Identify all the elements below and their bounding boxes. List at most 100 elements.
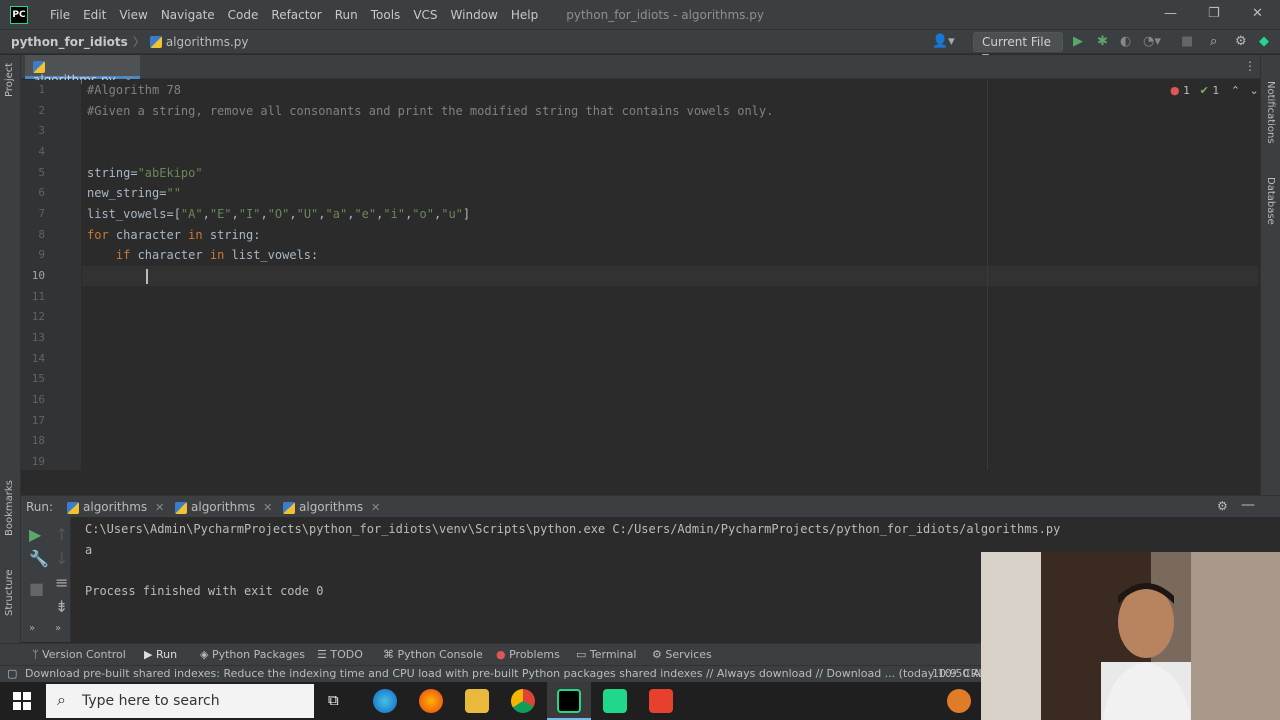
line-number: 4	[38, 145, 45, 158]
jetbrains-icon[interactable]: ◆	[1259, 34, 1269, 49]
python-file-icon	[67, 501, 79, 514]
close-icon[interactable]: ✕	[1252, 6, 1263, 21]
project-tool-button[interactable]: Project	[4, 63, 15, 97]
weather-icon[interactable]	[947, 689, 971, 713]
pin-tab-icon[interactable]: ⇟	[55, 597, 68, 616]
layout-icon[interactable]: ▢	[7, 667, 17, 680]
coverage-icon[interactable]: ◐	[1120, 34, 1131, 49]
chrome-icon[interactable]	[511, 689, 535, 713]
close-tab-icon[interactable]: ✕	[263, 501, 272, 514]
search-icon: ⌕	[57, 690, 66, 709]
search-placeholder: Type here to search	[82, 693, 220, 709]
line-number: 1	[38, 83, 45, 96]
stop-icon[interactable]: ■	[29, 579, 44, 598]
presenter-photo	[981, 552, 1280, 720]
breadcrumb-project[interactable]: python_for_idiots	[11, 35, 128, 49]
tool-services[interactable]: ⚙ Services	[652, 648, 712, 661]
more-actions-icon[interactable]: »	[29, 623, 35, 634]
menu-vcs[interactable]: VCS	[413, 8, 437, 22]
structure-tool-button[interactable]: Structure	[4, 569, 15, 616]
task-view-icon[interactable]: ⧉	[328, 691, 339, 709]
python-file-icon	[149, 36, 162, 48]
editor-tab-algorithms[interactable]: algorithms.py✕	[25, 55, 140, 87]
debug-icon[interactable]: ✱	[1097, 34, 1108, 49]
console-command: C:\Users\Admin\PycharmProjects\python_fo…	[85, 522, 1061, 536]
tool-todo[interactable]: ☰ TODO	[317, 648, 363, 661]
tool-problems[interactable]: ● Problems	[496, 648, 560, 661]
text-caret	[146, 269, 148, 284]
app-red-icon[interactable]	[649, 689, 673, 713]
python-console-icon: ⌘	[383, 648, 398, 661]
terminal-icon: ▭	[576, 648, 590, 661]
settings-gear-icon[interactable]: ⚙	[1217, 499, 1228, 513]
caret-position[interactable]: 10:9	[932, 667, 957, 680]
chevron-up-icon[interactable]: ⌃	[1231, 84, 1240, 97]
code-line-9: if character in list_vowels:	[115, 248, 319, 262]
tool-python-packages[interactable]: ◈ Python Packages	[200, 648, 305, 661]
line-number-gutter: 1 2 3 4 5 6 7 8 9 10 11 12 13 14 15 16 1…	[21, 80, 81, 470]
profile-icon[interactable]: ◔▾	[1143, 34, 1161, 49]
right-tool-strip: Notifications Database	[1260, 55, 1280, 495]
firefox-icon[interactable]	[419, 689, 443, 713]
hide-panel-icon[interactable]: —	[1241, 497, 1255, 513]
clion-green-icon[interactable]	[603, 689, 627, 713]
menu-help[interactable]: Help	[511, 8, 538, 22]
menu-code[interactable]: Code	[228, 8, 259, 22]
stop-icon[interactable]: ■	[1181, 34, 1193, 49]
notifications-tool-button[interactable]: Notifications	[1265, 81, 1276, 144]
line-number: 13	[31, 331, 45, 344]
file-explorer-icon[interactable]	[465, 689, 489, 713]
search-icon[interactable]: ⌕	[1210, 34, 1217, 49]
more-icon[interactable]: ⋮	[1244, 59, 1256, 73]
run-panel-header: Run: algorithms ✕ algorithms ✕ algorithms ✕…	[21, 495, 1280, 520]
line-number: 3	[38, 124, 45, 137]
status-message[interactable]: Download pre-built shared indexes: Reduc…	[25, 667, 994, 680]
menu-file[interactable]: File	[50, 8, 70, 22]
tool-services-label: Services	[665, 648, 712, 661]
settings-gear-icon[interactable]: ⚙	[1235, 34, 1247, 49]
scroll-up-icon[interactable]: ↑	[55, 525, 68, 544]
pycharm-icon[interactable]	[557, 689, 581, 713]
menu-edit[interactable]: Edit	[83, 8, 106, 22]
tool-version-control[interactable]: ᛘ Version Control	[32, 648, 126, 661]
run-configuration-select[interactable]: Current File ▼	[973, 32, 1063, 63]
line-number: 18	[31, 434, 45, 447]
tool-run[interactable]: ▶ Run	[144, 648, 177, 661]
scroll-down-icon[interactable]: ↓	[55, 549, 68, 568]
minimize-icon[interactable]: —	[1164, 6, 1177, 21]
menu-navigate[interactable]: Navigate	[161, 8, 215, 22]
menu-tools[interactable]: Tools	[371, 8, 401, 22]
code-editor[interactable]: #Algorithm 78 #Given a string, remove al…	[82, 80, 1258, 470]
menu-window[interactable]: Window	[451, 8, 498, 22]
more-actions-icon[interactable]: »	[55, 623, 61, 634]
restore-icon[interactable]: ❐	[1208, 6, 1220, 21]
tool-python-console[interactable]: ⌘ Python Console	[383, 648, 483, 661]
run-tab-label: algorithms	[191, 500, 256, 514]
breadcrumb-file[interactable]: algorithms.py	[149, 35, 249, 49]
line-number: 14	[31, 352, 45, 365]
inspection-widget[interactable]: ● 1 ✔ 1 ⌃ ⌄	[1170, 84, 1259, 97]
editor-tab-bar: algorithms.py✕ ⋮	[21, 55, 1260, 87]
tool-terminal[interactable]: ▭ Terminal	[576, 648, 636, 661]
menu-refactor[interactable]: Refactor	[271, 8, 321, 22]
run-tab-1[interactable]: algorithms ✕	[67, 500, 164, 514]
menu-view[interactable]: View	[119, 8, 147, 22]
close-tab-icon[interactable]: ✕	[371, 501, 380, 514]
tool-problems-label: Problems	[509, 648, 560, 661]
close-tab-icon[interactable]: ✕	[155, 501, 164, 514]
edge-icon[interactable]	[373, 689, 397, 713]
run-tab-2[interactable]: algorithms ✕	[175, 500, 272, 514]
rerun-icon[interactable]: ▶	[29, 525, 41, 544]
chevron-down-icon[interactable]: ⌄	[1250, 84, 1259, 97]
wrench-icon[interactable]: 🔧	[29, 549, 49, 568]
run-icon[interactable]: ▶	[1073, 34, 1083, 49]
line-number: 5	[38, 166, 45, 179]
taskbar-search[interactable]: ⌕ Type here to search	[46, 684, 314, 718]
user-icon[interactable]: 👤▾	[932, 34, 955, 49]
windows-start-icon[interactable]	[13, 692, 31, 710]
menu-run[interactable]: Run	[335, 8, 358, 22]
bookmarks-tool-button[interactable]: Bookmarks	[4, 480, 15, 536]
database-tool-button[interactable]: Database	[1265, 177, 1276, 225]
soft-wrap-icon[interactable]: ≡	[55, 573, 68, 592]
line-number: 7	[38, 207, 45, 220]
